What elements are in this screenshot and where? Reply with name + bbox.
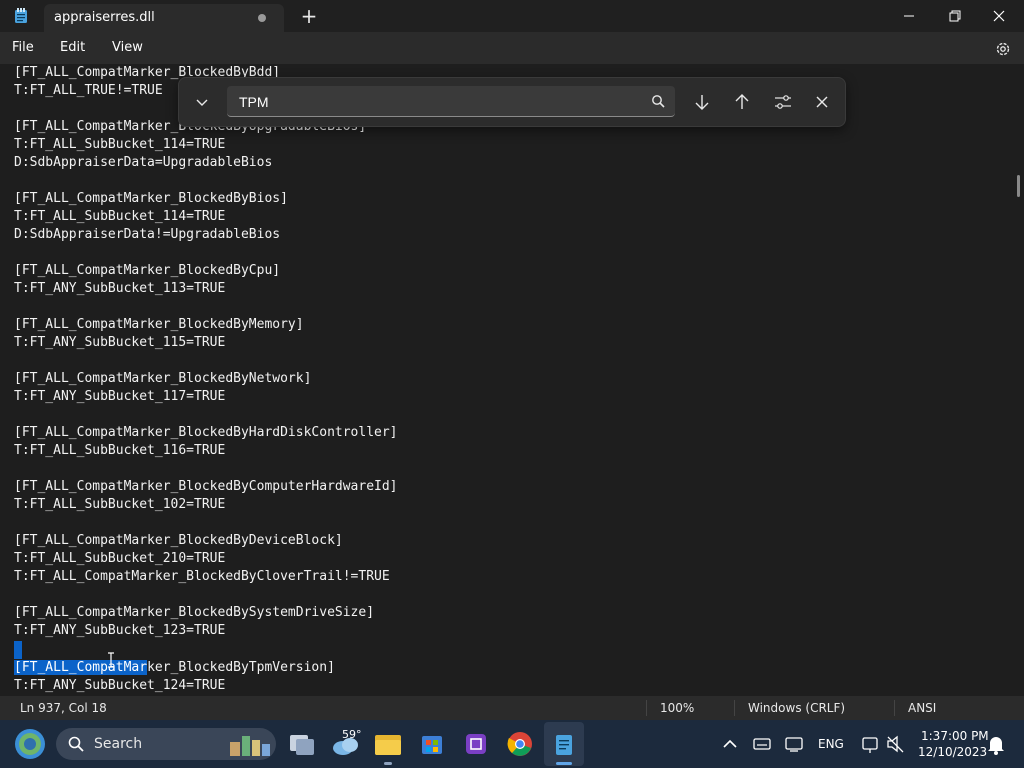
taskbar: Search <box>0 720 1024 768</box>
close-window-button[interactable] <box>976 0 1022 32</box>
task-view-icon[interactable] <box>284 726 320 762</box>
taskbar-search-label: Search <box>94 736 143 752</box>
notepad-icon <box>15 8 27 23</box>
language-indicator[interactable]: ENG <box>818 737 844 751</box>
search-icon <box>68 736 84 752</box>
new-tab-button[interactable]: + <box>298 4 320 28</box>
vertical-scrollbar-thumb[interactable] <box>1017 175 1020 197</box>
title-bar: appraiserres.dll + <box>0 0 1024 32</box>
text-line: D:SdbAppraiserData!=UpgradableBios <box>14 227 281 242</box>
text-line <box>14 244 398 262</box>
text-line <box>14 586 398 604</box>
running-indicator <box>384 762 392 765</box>
text-line: T:FT_ALL_CompatMarker_BlockedByCloverTra… <box>14 569 390 584</box>
arrow-up-icon <box>735 94 749 109</box>
text-editor[interactable]: [FT_ALL_CompatMarker_BlockedByBdd] T:FT_A… <box>0 64 1024 696</box>
clock-time[interactable]: 1:37:00 PM <box>921 729 989 743</box>
find-input[interactable] <box>237 91 631 113</box>
file-explorer-icon[interactable] <box>370 726 406 762</box>
text-line <box>14 640 398 658</box>
find-previous-button[interactable] <box>727 88 757 116</box>
last-visible-line: T:FT_ANY_SubBucket_124=TRUE <box>14 678 226 693</box>
selected-line: [FT_ALL_CompatMarker_BlockedByTpmVersion… <box>14 659 335 677</box>
find-panel <box>178 77 846 127</box>
text-line: T:FT_ALL_SubBucket_116=TRUE <box>14 443 226 458</box>
text-line: D:SdbAppraiserData=UpgradableBios <box>14 155 273 170</box>
settings-gear-icon[interactable] <box>994 40 1012 58</box>
find-next-button[interactable] <box>687 88 717 116</box>
keyboard-icon[interactable] <box>744 726 780 762</box>
chrome-icon[interactable] <box>502 726 538 762</box>
text-line: [FT_ALL_CompatMarker_BlockedByCpu] <box>14 263 281 278</box>
text-line: [FT_ALL_CompatMarker_BlockedByHardDiskCo… <box>14 425 398 440</box>
selected-text: [FT_ALL_CompatMar <box>14 660 148 675</box>
text-line: T:FT_ALL_SubBucket_114=TRUE <box>14 137 226 152</box>
text-line: T:FT_ANY_SubBucket_123=TRUE <box>14 623 226 638</box>
status-divider <box>734 700 735 716</box>
minimize-button[interactable] <box>886 0 932 32</box>
text-line: [FT_ALL_CompatMarker_BlockedByMemory] <box>14 317 304 332</box>
zoom-level[interactable]: 100% <box>660 701 694 715</box>
text-line: [FT_ALL_CompatMarker_BlockedByBios] <box>14 191 288 206</box>
close-find-button[interactable] <box>807 88 837 116</box>
chip-app-icon[interactable] <box>458 726 494 762</box>
line-ending[interactable]: Windows (CRLF) <box>748 701 845 715</box>
text-line: [FT_ALL_CompatMarker_BlockedByComputerHa… <box>14 479 398 494</box>
status-divider <box>894 700 895 716</box>
cursor-position[interactable]: Ln 937, Col 18 <box>20 701 107 715</box>
text-line: T:FT_ANY_SubBucket_113=TRUE <box>14 281 226 296</box>
text-line <box>14 298 398 316</box>
clock-date[interactable]: 12/10/2023 <box>918 745 987 759</box>
status-divider <box>646 700 647 716</box>
chevron-down-icon <box>196 99 208 106</box>
text-line <box>14 406 398 424</box>
menu-bar: File Edit View <box>0 32 1024 64</box>
find-options-button[interactable] <box>767 88 797 116</box>
active-indicator <box>556 762 572 765</box>
document-text: [FT_ALL_CompatMarker_BlockedByBdd] T:FT_A… <box>14 64 398 658</box>
weather-temperature: 59° <box>342 728 362 741</box>
text-cursor-icon <box>108 652 114 668</box>
tab-appraiserres[interactable]: appraiserres.dll <box>44 4 284 32</box>
maximize-button[interactable] <box>932 0 978 32</box>
text-line: T:FT_ALL_SubBucket_114=TRUE <box>14 209 226 224</box>
tab-title: appraiserres.dll <box>54 10 155 25</box>
start-button-icon[interactable] <box>12 726 48 762</box>
text-line <box>14 352 398 370</box>
search-highlight-icon <box>230 736 270 756</box>
restore-icon <box>949 10 961 22</box>
display-icon[interactable] <box>776 726 812 762</box>
text-line <box>14 460 398 478</box>
menu-edit[interactable]: Edit <box>60 40 85 55</box>
text-line: [FT_ALL_CompatMarker_BlockedByDeviceBloc… <box>14 533 343 548</box>
search-icon[interactable] <box>651 94 665 108</box>
menu-file[interactable]: File <box>12 40 34 55</box>
notepad-taskbar-icon[interactable] <box>546 726 582 762</box>
chevron-up-icon[interactable] <box>712 726 748 762</box>
text-line: T:FT_ALL_SubBucket_210=TRUE <box>14 551 226 566</box>
find-input-box[interactable] <box>227 86 675 117</box>
selection-start-marker <box>14 641 22 659</box>
microsoft-store-icon[interactable] <box>414 726 450 762</box>
text-line: [FT_ALL_CompatMarker_BlockedByNetwork] <box>14 371 312 386</box>
encoding[interactable]: ANSI <box>908 701 936 715</box>
sliders-icon <box>775 95 791 109</box>
minimize-icon <box>904 15 914 17</box>
text-line: T:FT_ALL_SubBucket_102=TRUE <box>14 497 226 512</box>
text-line <box>14 514 398 532</box>
close-icon <box>993 10 1005 22</box>
taskbar-search[interactable]: Search <box>56 728 276 760</box>
unsaved-dot-icon[interactable] <box>258 14 266 22</box>
volume-muted-icon[interactable] <box>878 726 914 762</box>
status-bar: Ln 937, Col 18 100% Windows (CRLF) ANSI <box>0 696 1024 720</box>
text-line: T:FT_ANY_SubBucket_117=TRUE <box>14 389 226 404</box>
text-line <box>14 172 398 190</box>
arrow-down-icon <box>695 95 709 110</box>
close-icon <box>816 96 828 108</box>
menu-view[interactable]: View <box>112 40 143 55</box>
selected-line-rest: ker_BlockedByTpmVersion] <box>147 660 335 675</box>
text-line: [FT_ALL_CompatMarker_BlockedBySystemDriv… <box>14 605 375 620</box>
toggle-replace-button[interactable] <box>187 88 217 116</box>
text-line: T:FT_ANY_SubBucket_115=TRUE <box>14 335 226 350</box>
